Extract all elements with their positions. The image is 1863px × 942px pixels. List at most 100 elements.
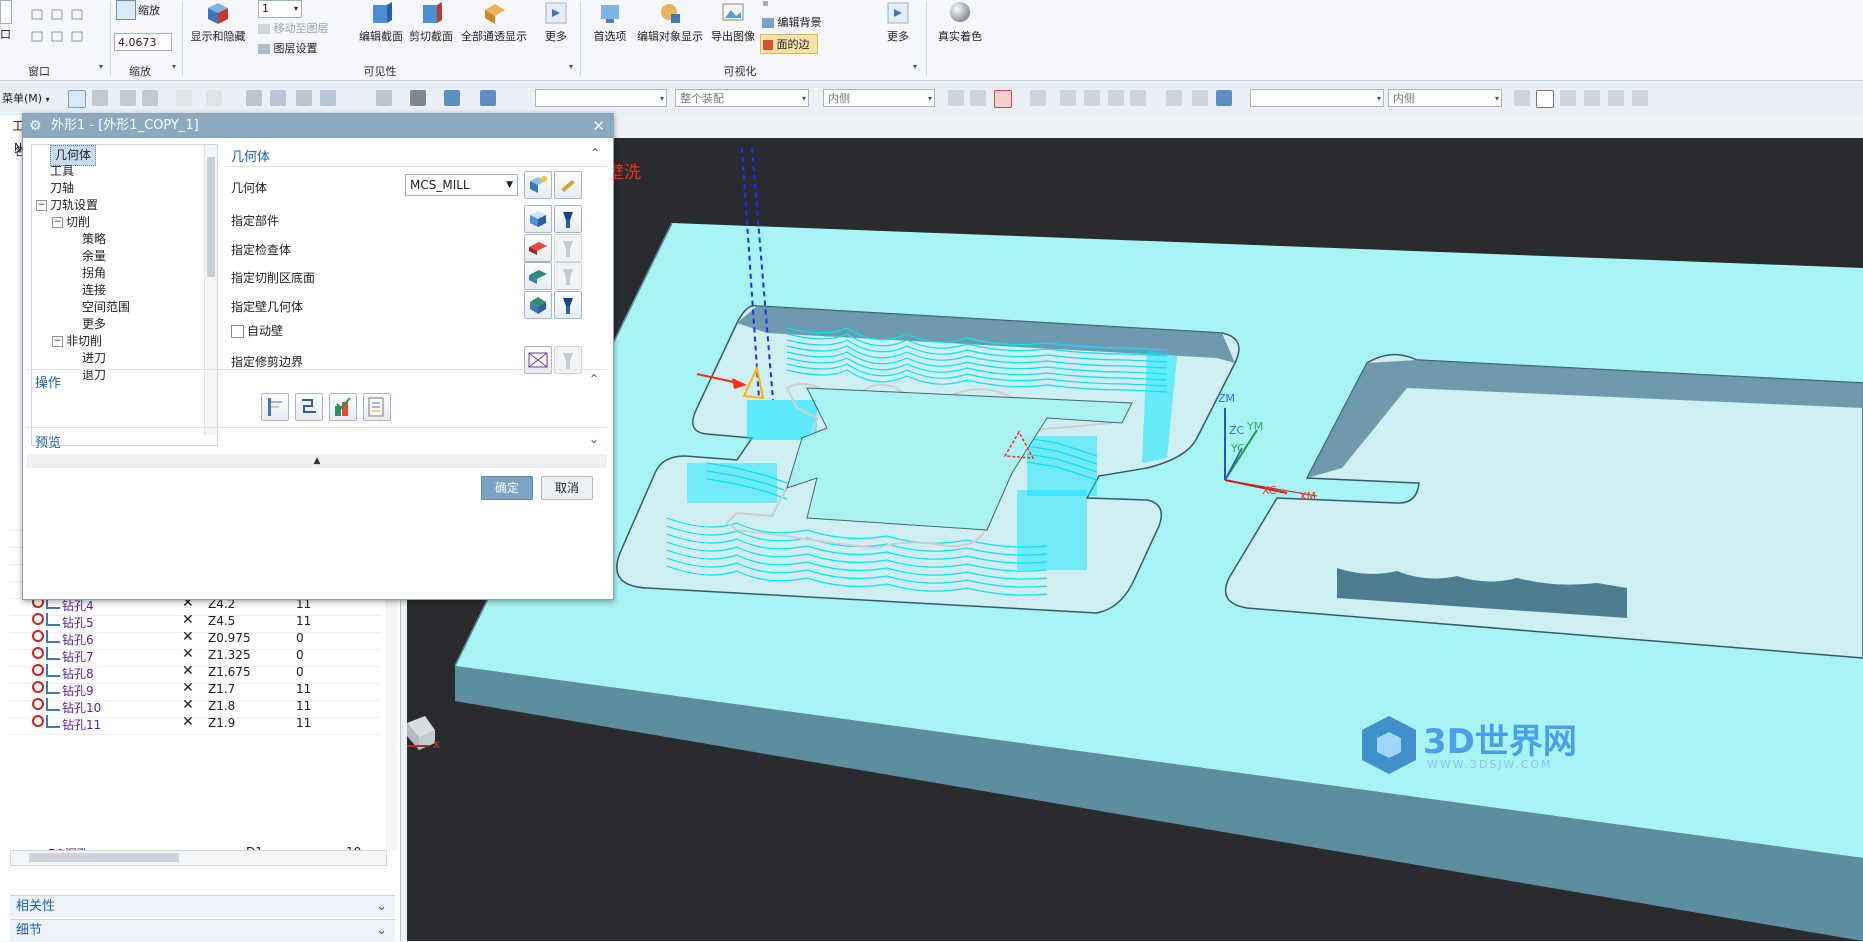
brush-icon[interactable] xyxy=(1608,90,1624,106)
face-edges-toggle[interactable]: 面的边 xyxy=(760,34,818,54)
collapse-dialog-handle[interactable]: ▲ xyxy=(27,454,607,468)
table-row[interactable]: 钻孔11 ✕ Z1.9 11 xyxy=(10,714,380,735)
new-geometry-button[interactable] xyxy=(524,171,552,199)
replay-toolpath-button[interactable] xyxy=(295,393,323,421)
specify-part-button[interactable] xyxy=(524,205,552,233)
ok-button[interactable]: 确定 xyxy=(481,476,533,500)
true-shading-button[interactable]: 真实着色 xyxy=(932,0,988,44)
preview-section-title[interactable]: 预览 xyxy=(35,432,61,451)
deselect-icon[interactable] xyxy=(92,90,108,106)
tree-scrollbar-thumb[interactable] xyxy=(207,157,215,277)
zoom-scale-input[interactable]: 4.0673 xyxy=(114,33,172,51)
snap-end-icon[interactable] xyxy=(948,90,964,106)
select-group-icon[interactable] xyxy=(142,90,158,106)
collapse-icon[interactable]: ⌃ xyxy=(589,372,599,386)
zoom-icon[interactable] xyxy=(116,0,136,20)
work-layer-icon[interactable] xyxy=(444,90,460,106)
pan-icon[interactable] xyxy=(320,90,336,106)
window-icon[interactable] xyxy=(0,0,12,24)
snap-point-red-icon[interactable] xyxy=(994,90,1012,108)
visibility-group-expander-icon[interactable]: ▾ xyxy=(569,62,573,71)
details-pane-header[interactable]: 细节 ⌄ xyxy=(10,919,395,941)
snap-body-icon[interactable] xyxy=(1216,90,1232,106)
more-visibility-button[interactable]: 更多 xyxy=(538,0,574,44)
selection-scope-combo[interactable]: 整个装配 ▾ xyxy=(675,89,809,107)
window-group-expander-icon[interactable]: ▾ xyxy=(99,62,103,71)
orient-view-icon[interactable] xyxy=(376,90,392,106)
preferences-button[interactable]: 首选项 xyxy=(586,0,634,44)
menu-button[interactable]: 菜单(M) ▾ xyxy=(2,90,50,106)
rotate-icon[interactable] xyxy=(296,90,312,106)
clip-section-button[interactable]: 剪切截面 xyxy=(406,0,456,44)
show-hide-button[interactable]: 显示和隐藏 xyxy=(188,0,248,44)
all-pass-display-button[interactable]: 全部通透显示 xyxy=(458,0,530,44)
zoom-button-label[interactable]: 缩放 xyxy=(138,2,160,18)
snap-tangent-icon[interactable] xyxy=(1130,90,1146,106)
related-pane-header[interactable]: 相关性 ⌄ xyxy=(10,895,395,917)
snap-icon[interactable] xyxy=(176,90,192,106)
zoom-group-expander-icon[interactable]: ▾ xyxy=(172,62,176,71)
window-layout-grid-icon[interactable] xyxy=(30,6,90,46)
show-check-button[interactable] xyxy=(554,234,582,262)
specify-floor-button[interactable] xyxy=(524,262,552,290)
operation-section-title[interactable]: 操作 xyxy=(35,372,61,391)
snap-mid-icon[interactable] xyxy=(970,90,986,106)
select-filter-icon[interactable] xyxy=(68,90,86,108)
collapse-toggle-icon[interactable]: − xyxy=(52,217,63,228)
scrollbar-thumb[interactable] xyxy=(29,853,179,862)
generate-toolpath-button[interactable] xyxy=(261,393,289,421)
view-fit-icon[interactable] xyxy=(246,90,262,106)
snap-intersection-icon[interactable] xyxy=(1084,90,1100,106)
geometry-select[interactable]: MCS_MILL ▼ xyxy=(405,174,518,196)
edit-background-button[interactable]: 编辑背景 xyxy=(762,14,822,30)
export-image-button[interactable]: 导出图像 xyxy=(706,0,760,44)
specify-wall-button[interactable] xyxy=(524,291,552,319)
show-part-button[interactable] xyxy=(554,205,582,233)
inside-combo-2[interactable]: 内侧 ▾ xyxy=(1388,89,1502,107)
snap-point-icon[interactable] xyxy=(206,90,222,106)
analysis-icon[interactable] xyxy=(1560,90,1576,106)
eraser-icon[interactable] xyxy=(1632,90,1648,106)
show-floor-button[interactable] xyxy=(554,262,582,290)
move-to-layer-button[interactable]: 移动至图层 xyxy=(258,20,329,36)
visualization-group-expander-icon[interactable]: ▾ xyxy=(913,62,917,71)
zoom-window-icon[interactable] xyxy=(270,90,286,106)
section-icon[interactable] xyxy=(1584,90,1600,106)
snap-center-icon[interactable] xyxy=(1030,90,1046,106)
verify-toolpath-button[interactable] xyxy=(329,393,357,421)
list-toolpath-button[interactable] xyxy=(363,393,391,421)
text-annotation-icon[interactable] xyxy=(1536,90,1554,108)
horizontal-scrollbar[interactable] xyxy=(10,850,387,866)
dialog-title-bar[interactable]: ⚙ 外形1 - [外形1_COPY_1] ✕ xyxy=(23,114,613,138)
graphics-viewport[interactable]: 底壁洗 ZM ZC YM YC XC XM Z X 3D世界网 WWW.3DSJ… xyxy=(407,138,1863,941)
collapse-toggle-icon[interactable]: − xyxy=(52,336,63,347)
snap-box-icon[interactable] xyxy=(1166,90,1182,106)
snap-existing-icon[interactable] xyxy=(1108,90,1124,106)
edit-section-button[interactable]: 编辑截面 xyxy=(356,0,406,44)
close-icon[interactable]: ✕ xyxy=(592,114,605,138)
view-triad-icon[interactable] xyxy=(480,90,496,106)
edit-object-display-button[interactable]: 编辑对象显示 xyxy=(634,0,706,44)
collapse-toggle-icon[interactable]: − xyxy=(36,200,47,211)
collapse-icon[interactable]: ⌃ xyxy=(590,146,600,160)
filter-combo-2[interactable]: ▾ xyxy=(1250,89,1384,107)
auto-wall-checkbox[interactable] xyxy=(231,325,244,338)
edit-geometry-button[interactable] xyxy=(554,171,582,199)
measure-icon[interactable] xyxy=(1514,90,1530,106)
snap-grid-icon[interactable] xyxy=(1192,90,1208,106)
geometry-section-title[interactable]: 几何体 xyxy=(231,146,270,165)
layer-combo[interactable]: 1 ▾ xyxy=(258,0,302,18)
more-visualization-button[interactable]: 更多 xyxy=(880,0,916,44)
preview-section[interactable] xyxy=(27,427,607,455)
layer-settings-button[interactable]: 图层设置 xyxy=(258,40,318,56)
filter-type-combo[interactable]: ▾ xyxy=(535,89,667,107)
snap-quadrant-icon[interactable] xyxy=(1060,90,1076,106)
window-button-label[interactable]: 口 xyxy=(0,26,11,42)
specify-check-button[interactable] xyxy=(524,234,552,262)
show-wall-button[interactable] xyxy=(554,291,582,319)
expand-icon[interactable]: ⌄ xyxy=(589,432,599,446)
inside-combo-1[interactable]: 内侧 ▾ xyxy=(823,89,935,107)
render-style-icon[interactable] xyxy=(410,90,426,106)
select-type-icon[interactable] xyxy=(120,90,136,106)
cancel-button[interactable]: 取消 xyxy=(541,476,593,500)
